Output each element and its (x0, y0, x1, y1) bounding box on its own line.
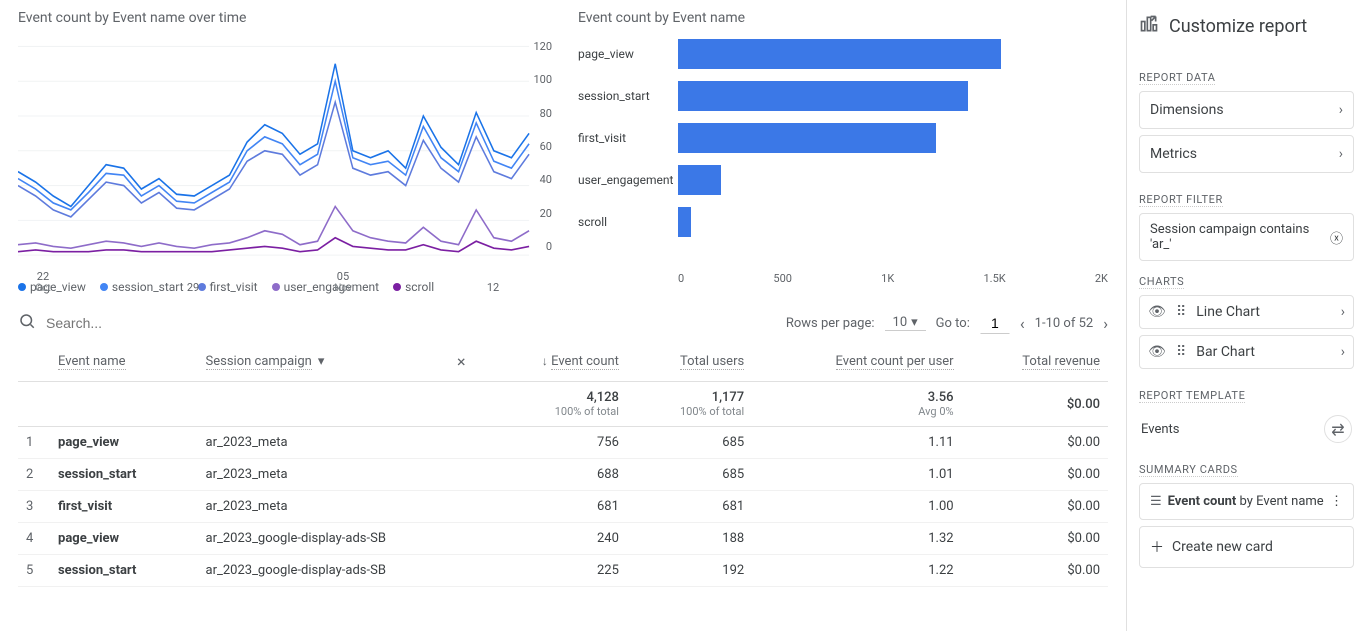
table-row[interactable]: 3first_visitar_2023_meta6816811.00$0.00 (18, 491, 1108, 523)
table-row[interactable]: 1page_viewar_2023_meta7566851.11$0.00 (18, 427, 1108, 459)
chevron-right-icon: › (1339, 102, 1343, 118)
customize-icon (1139, 14, 1159, 39)
visibility-icon[interactable]: 👁 (1148, 344, 1166, 360)
col-session-campaign[interactable]: Session campaign ▾ (206, 354, 325, 370)
customize-title: Customize report (1169, 16, 1307, 37)
col-ecpu[interactable]: Event count per user (836, 354, 954, 370)
chevron-right-icon: › (1341, 344, 1345, 360)
bar-chart-title: Event count by Event name (578, 10, 1108, 26)
sort-desc-icon: ↓ (542, 354, 548, 368)
search-input[interactable] (46, 315, 776, 331)
chevron-down-icon: ▾ (318, 354, 325, 369)
card-icon: ☰ (1150, 494, 1162, 509)
filter-chip[interactable]: Session campaign contains 'ar_' ⓧ (1139, 213, 1354, 261)
next-page-button[interactable]: › (1103, 314, 1108, 333)
chevron-right-icon: › (1341, 304, 1345, 320)
col-event-count[interactable]: Event count (551, 354, 619, 370)
line-chart[interactable] (18, 36, 548, 276)
line-chart-card: Event count by Event name over time 0204… (18, 10, 548, 294)
rows-per-page-label: Rows per page: (786, 316, 875, 331)
rows-per-page-select[interactable]: 10▾ (885, 315, 926, 331)
card-menu-icon[interactable]: ⋮ (1330, 494, 1343, 509)
drag-handle-icon[interactable]: ⠿ (1176, 344, 1186, 360)
chevron-down-icon: ▾ (911, 315, 918, 330)
col-event-name[interactable]: Event name (58, 354, 126, 370)
table-row[interactable]: 5session_startar_2023_google-display-ads… (18, 555, 1108, 587)
events-table: Event name Session campaign ▾ × ↓ Event … (18, 342, 1108, 587)
search-icon (18, 312, 36, 334)
page-range: 1-10 of 52 (1035, 316, 1094, 331)
template-name: Events (1141, 422, 1179, 437)
search-bar: Rows per page: 10▾ Go to: ‹ 1-10 of 52 › (18, 312, 1108, 334)
goto-label: Go to: (936, 316, 970, 331)
remove-filter-icon[interactable]: ⓧ (1330, 228, 1343, 247)
summary-card-item[interactable]: ☰Event count by Event name ⋮ (1139, 483, 1354, 520)
chevron-right-icon: › (1339, 146, 1343, 162)
label-report-template: REPORT TEMPLATE (1139, 389, 1245, 403)
create-card-button[interactable]: ＋ Create new card (1139, 526, 1354, 568)
chart-item-line[interactable]: 👁 ⠿ Line Chart › (1139, 295, 1354, 329)
drag-handle-icon[interactable]: ⠿ (1176, 304, 1186, 320)
plus-icon: ＋ (1150, 537, 1164, 557)
line-chart-title: Event count by Event name over time (18, 10, 548, 26)
link-template-icon[interactable]: ⇄ (1324, 415, 1352, 443)
label-report-data: REPORT DATA (1139, 71, 1215, 85)
prev-page-button[interactable]: ‹ (1020, 314, 1025, 333)
dimensions-button[interactable]: Dimensions› (1139, 91, 1354, 129)
goto-input[interactable] (980, 312, 1010, 334)
col-total-users[interactable]: Total users (680, 354, 744, 370)
col-revenue[interactable]: Total revenue (1022, 354, 1100, 370)
label-summary-cards: SUMMARY CARDS (1139, 463, 1238, 477)
bar-chart-card: Event count by Event name page_viewsessi… (578, 10, 1108, 294)
customize-panel: Customize report REPORT DATA Dimensions›… (1126, 0, 1366, 631)
table-row[interactable]: 2session_startar_2023_meta6886851.01$0.0… (18, 459, 1108, 491)
chart-item-bar[interactable]: 👁 ⠿ Bar Chart › (1139, 335, 1354, 369)
bar-chart[interactable]: page_viewsession_startfirst_visituser_en… (578, 36, 1108, 266)
metrics-button[interactable]: Metrics› (1139, 135, 1354, 173)
label-charts: CHARTS (1139, 275, 1184, 289)
label-report-filter: REPORT FILTER (1139, 193, 1223, 207)
remove-dimension-button[interactable]: × (449, 352, 474, 371)
visibility-icon[interactable]: 👁 (1148, 304, 1166, 320)
table-row[interactable]: 4page_viewar_2023_google-display-ads-SB2… (18, 523, 1108, 555)
